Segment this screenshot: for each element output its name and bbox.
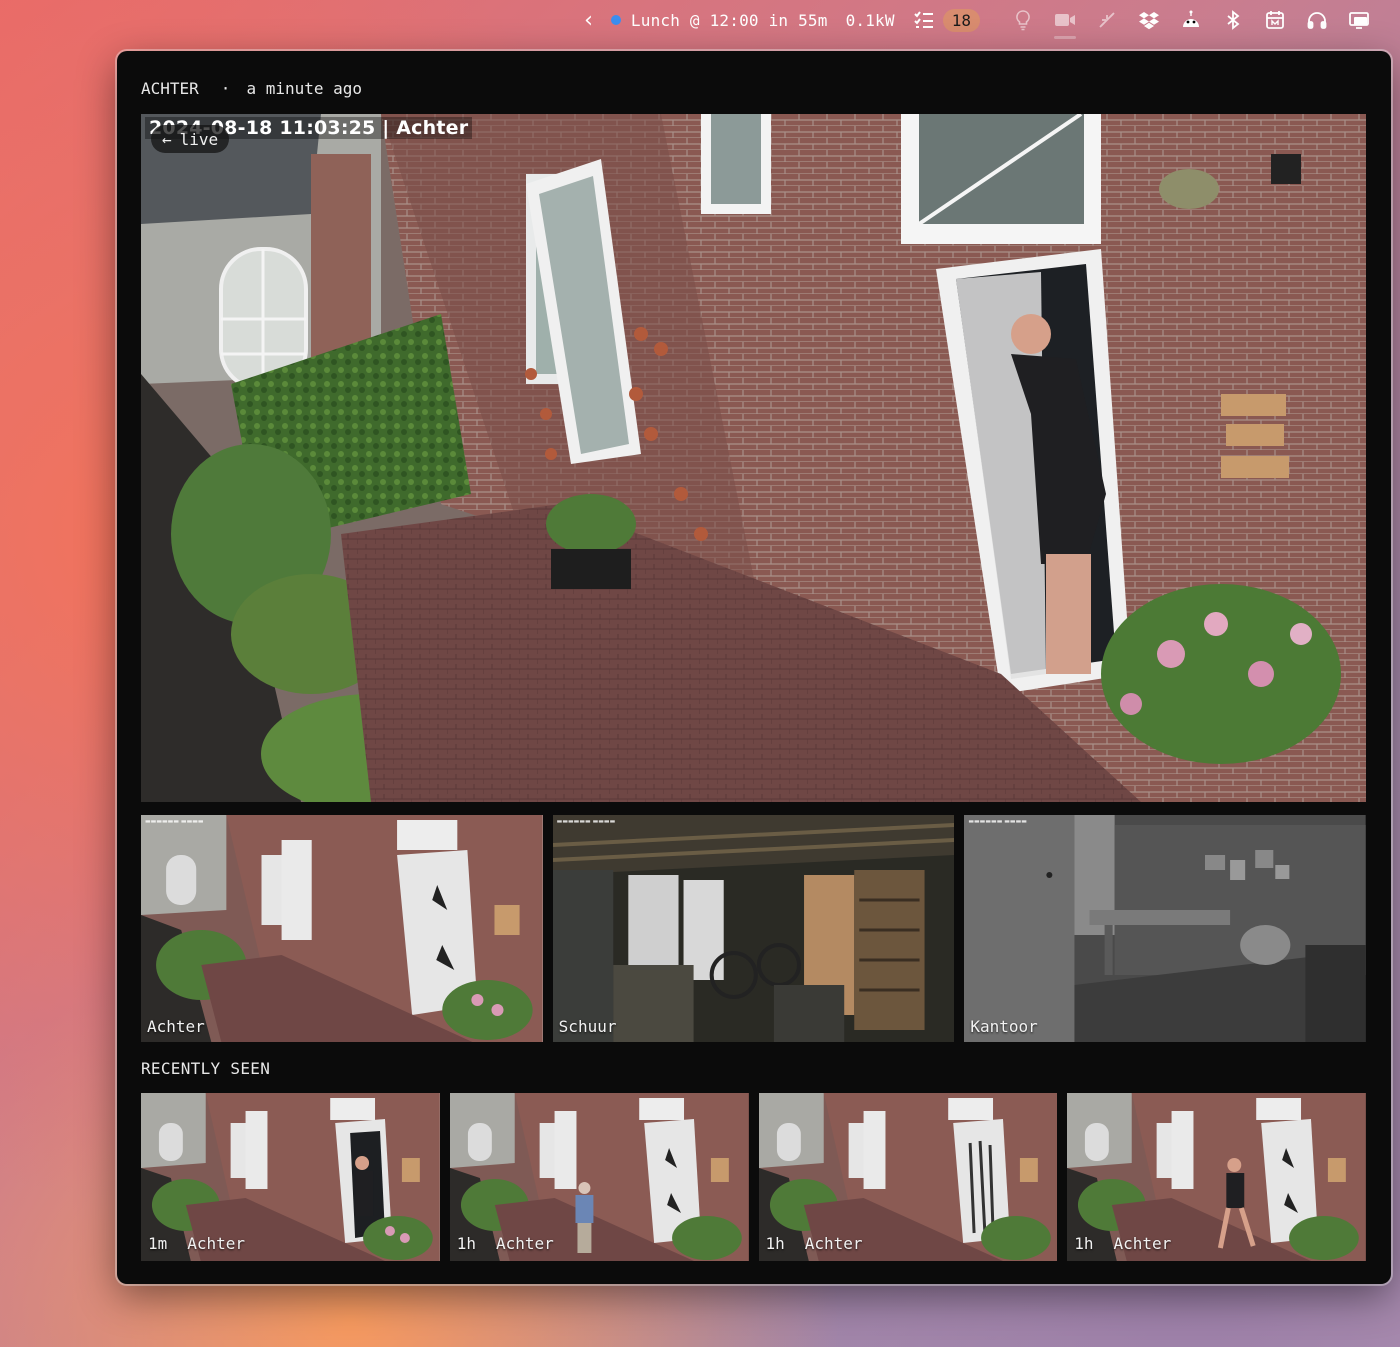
recent-event-age: 1m xyxy=(148,1234,168,1253)
power-usage-text: 0.1kW xyxy=(845,10,895,30)
camera-icon[interactable] xyxy=(1054,9,1076,39)
recent-event-camera: Achter xyxy=(804,1234,863,1253)
camera-thumbnail-schuur[interactable]: ▬▬▬▬▬▬ ▬▬▬▬ Schuur xyxy=(552,815,955,1042)
menu-bar: ‹ Lunch @ 12:00 in 55m 0.1kW 18 xyxy=(0,0,1400,40)
camera-thumbnail-achter[interactable]: ▬▬▬▬▬▬ ▬▬▬▬ Achter xyxy=(141,815,543,1042)
mini-timestamp: ▬▬▬▬▬▬ ▬▬▬▬ xyxy=(556,818,616,825)
camera-label: Achter xyxy=(147,1017,205,1036)
camera-thumbnail-image xyxy=(964,815,1367,1042)
mini-timestamp: ▬▬▬▬▬▬ ▬▬▬▬ xyxy=(145,818,204,825)
calendar-icon[interactable] xyxy=(1264,9,1286,31)
recent-event-label: 1m Achter xyxy=(148,1234,245,1253)
recent-event-item[interactable]: 1m Achter xyxy=(141,1093,440,1261)
robot-icon[interactable] xyxy=(1180,9,1202,31)
power-usage-item[interactable]: 0.1kW xyxy=(846,0,913,40)
recent-event-label: 1h Achter xyxy=(457,1234,554,1253)
header-separator: · xyxy=(220,79,231,98)
main-camera-view[interactable]: 2024-08-18 11:03:25 | Achter ← live xyxy=(141,114,1366,802)
main-camera-image xyxy=(141,114,1366,802)
mini-timestamp: ▬▬▬▬▬▬ ▬▬▬▬ xyxy=(968,818,1027,825)
camera-selector-row: ▬▬▬▬▬▬ ▬▬▬▬ Achter ▬▬▬▬▬▬ ▬▬▬▬ Schuur ▬▬… xyxy=(141,815,1367,1042)
recent-event-age: 1h xyxy=(765,1234,785,1253)
chevron-left-icon[interactable]: ‹ xyxy=(584,0,593,40)
recent-event-label: 1h Achter xyxy=(766,1234,863,1253)
camera-label: Schuur xyxy=(558,1017,617,1036)
recent-event-item[interactable]: 1h Achter xyxy=(758,1093,1058,1261)
last-updated-text: a minute ago xyxy=(246,79,363,98)
calendar-event-text: Lunch @ 12:00 in 55m xyxy=(630,10,828,30)
tasks-icon xyxy=(913,9,935,31)
arrow-left-icon: ← xyxy=(162,129,172,149)
current-camera-name: ACHTER xyxy=(141,79,199,98)
camera-thumbnail-kantoor[interactable]: ▬▬▬▬▬▬ ▬▬▬▬ Kantoor xyxy=(964,815,1367,1042)
headphones-icon[interactable] xyxy=(1306,9,1328,31)
recent-event-camera: Achter xyxy=(496,1234,554,1253)
calendar-dot-icon xyxy=(610,15,621,25)
recently-seen-list: 1m Achter 1h Achter 1h Achter 1h Achter xyxy=(141,1093,1366,1261)
camera-thumbnail-image xyxy=(141,815,543,1042)
camera-label: Kantoor xyxy=(970,1017,1038,1036)
recent-event-item[interactable]: 1h Achter xyxy=(1067,1093,1366,1261)
recent-event-item[interactable]: 1h Achter xyxy=(449,1093,749,1261)
tasks-count-badge: 18 xyxy=(942,8,980,32)
recent-event-label: 1h Achter xyxy=(1074,1234,1171,1253)
window-header: ACHTER · a minute ago xyxy=(141,79,362,98)
live-button-label: live xyxy=(179,129,219,149)
dropbox-icon[interactable] xyxy=(1138,9,1160,31)
back-to-live-button[interactable]: ← live xyxy=(151,125,230,153)
recent-event-camera: Achter xyxy=(187,1234,246,1253)
camera-viewer-window: ACHTER · a minute ago 2024-08-18 11:03:2… xyxy=(117,51,1391,1284)
recent-event-age: 1h xyxy=(456,1234,477,1253)
recently-seen-title: RECENTLY SEEN xyxy=(141,1059,271,1078)
recent-event-age: 1h xyxy=(1074,1234,1094,1253)
screen-mirroring-icon[interactable] xyxy=(1348,9,1370,31)
calendar-event-item[interactable]: Lunch @ 12:00 in 55m xyxy=(610,0,846,40)
lightbulb-icon[interactable] xyxy=(1012,9,1034,31)
tasks-item[interactable]: 18 xyxy=(913,0,1002,40)
bluetooth-icon[interactable] xyxy=(1222,9,1244,31)
recent-event-camera: Achter xyxy=(1113,1234,1172,1253)
camera-thumbnail-image xyxy=(552,815,955,1042)
mute-icon[interactable] xyxy=(1096,9,1118,31)
